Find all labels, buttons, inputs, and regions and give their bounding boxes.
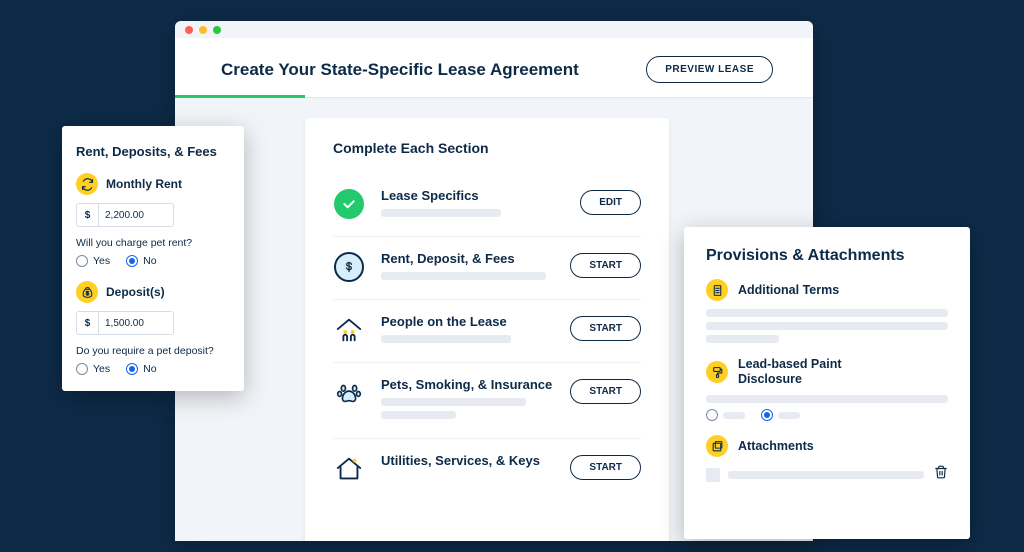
- block-header: Lead-based Paint Disclosure: [706, 357, 948, 387]
- section-main: Lease Specifics: [381, 188, 564, 222]
- paw-icon: [333, 377, 365, 409]
- deposit-input[interactable]: $ 1,500.00: [76, 311, 174, 335]
- section-main: People on the Lease: [381, 314, 554, 348]
- deposit-value: 1,500.00: [99, 318, 144, 329]
- section-main: Utilities, Services, & Keys: [381, 453, 554, 474]
- pet-rent-question: Will you charge pet rent?: [76, 237, 230, 249]
- block-title: Additional Terms: [738, 283, 839, 298]
- page-header: Create Your State-Specific Lease Agreeme…: [175, 38, 813, 98]
- check-complete-icon: [333, 188, 365, 220]
- attachment-row: [706, 465, 948, 484]
- house-utilities-icon: [333, 453, 365, 485]
- pet-deposit-radio-group: Yes No: [76, 363, 230, 375]
- currency-prefix: $: [77, 312, 99, 334]
- lead-paint-option-1[interactable]: [706, 409, 745, 421]
- field-name: Monthly Rent: [106, 177, 182, 191]
- block-title: Lead-based Paint Disclosure: [738, 357, 888, 387]
- start-button[interactable]: START: [570, 253, 641, 278]
- window-minimize-icon[interactable]: [199, 26, 207, 34]
- section-title: Lease Specifics: [381, 188, 564, 203]
- skeleton-line: [381, 398, 526, 406]
- start-button[interactable]: START: [570, 455, 641, 480]
- house-people-icon: [333, 314, 365, 346]
- page-title: Create Your State-Specific Lease Agreeme…: [221, 60, 579, 80]
- rent-value: 2,200.00: [99, 210, 144, 221]
- skeleton-line: [381, 411, 456, 419]
- monthly-rent-label: Monthly Rent: [76, 173, 230, 195]
- skeleton-line: [381, 272, 546, 280]
- start-button[interactable]: START: [570, 379, 641, 404]
- block-header: Additional Terms: [706, 279, 948, 301]
- section-row-rent-deposit-fees: Rent, Deposit, & Fees START: [333, 237, 641, 300]
- dollar-icon: [333, 251, 365, 283]
- pet-deposit-yes-radio[interactable]: Yes: [76, 363, 110, 375]
- skeleton-line: [706, 322, 948, 330]
- window-close-icon[interactable]: [185, 26, 193, 34]
- block-header: Attachments: [706, 435, 948, 457]
- progress-indicator: [175, 95, 305, 98]
- edit-button[interactable]: EDIT: [580, 190, 641, 215]
- section-title: People on the Lease: [381, 314, 554, 329]
- pet-deposit-question: Do you require a pet deposit?: [76, 345, 230, 357]
- section-row-lease-specifics: Lease Specifics EDIT: [333, 174, 641, 237]
- additional-terms-block: Additional Terms: [706, 279, 948, 343]
- skeleton-line: [778, 412, 800, 419]
- skeleton-line: [706, 395, 948, 403]
- preview-lease-button[interactable]: PREVIEW LEASE: [646, 56, 773, 83]
- window-titlebar: [175, 21, 813, 38]
- start-button[interactable]: START: [570, 316, 641, 341]
- attachments-icon: [706, 435, 728, 457]
- pet-rent-no-radio[interactable]: No: [126, 255, 156, 267]
- cycle-icon: [76, 173, 98, 195]
- skeleton-line: [723, 412, 745, 419]
- file-thumb-icon: [706, 468, 720, 482]
- attachments-block: Attachments: [706, 435, 948, 484]
- radio-label: No: [143, 255, 156, 267]
- section-panel: Complete Each Section Lease Specifics ED…: [305, 118, 669, 541]
- section-row-people-on-lease: People on the Lease START: [333, 300, 641, 363]
- rent-deposits-fees-card: Rent, Deposits, & Fees Monthly Rent $ 2,…: [62, 126, 244, 391]
- moneybag-icon: [76, 281, 98, 303]
- card-heading: Provisions & Attachments: [706, 247, 948, 265]
- lead-paint-block: Lead-based Paint Disclosure: [706, 357, 948, 421]
- document-icon: [706, 279, 728, 301]
- section-heading: Complete Each Section: [333, 140, 641, 156]
- radio-label: No: [143, 363, 156, 375]
- section-row-pets-smoking-insurance: Pets, Smoking, & Insurance START: [333, 363, 641, 439]
- window-maximize-icon[interactable]: [213, 26, 221, 34]
- radio-label: Yes: [93, 255, 110, 267]
- skeleton-line: [381, 335, 511, 343]
- section-title: Rent, Deposit, & Fees: [381, 251, 554, 266]
- skeleton-line: [706, 335, 779, 343]
- section-main: Rent, Deposit, & Fees: [381, 251, 554, 285]
- pet-rent-yes-radio[interactable]: Yes: [76, 255, 110, 267]
- skeleton-line: [728, 471, 924, 479]
- skeleton-line: [381, 209, 501, 217]
- radio-label: Yes: [93, 363, 110, 375]
- section-row-utilities-services-keys: Utilities, Services, & Keys START: [333, 439, 641, 499]
- currency-prefix: $: [77, 204, 99, 226]
- paint-icon: [706, 361, 728, 383]
- pet-deposit-no-radio[interactable]: No: [126, 363, 156, 375]
- lead-paint-option-2[interactable]: [761, 409, 800, 421]
- provisions-attachments-card: Provisions & Attachments Additional Term…: [684, 227, 970, 539]
- section-title: Utilities, Services, & Keys: [381, 453, 554, 468]
- section-title: Pets, Smoking, & Insurance: [381, 377, 554, 392]
- lead-paint-radio-group: [706, 409, 948, 421]
- monthly-rent-input[interactable]: $ 2,200.00: [76, 203, 174, 227]
- skeleton-line: [706, 309, 948, 317]
- deposits-label: Deposit(s): [76, 281, 230, 303]
- card-heading: Rent, Deposits, & Fees: [76, 144, 230, 159]
- delete-attachment-button[interactable]: [934, 465, 948, 484]
- pet-rent-radio-group: Yes No: [76, 255, 230, 267]
- block-title: Attachments: [738, 439, 814, 454]
- field-name: Deposit(s): [106, 285, 165, 299]
- section-main: Pets, Smoking, & Insurance: [381, 377, 554, 424]
